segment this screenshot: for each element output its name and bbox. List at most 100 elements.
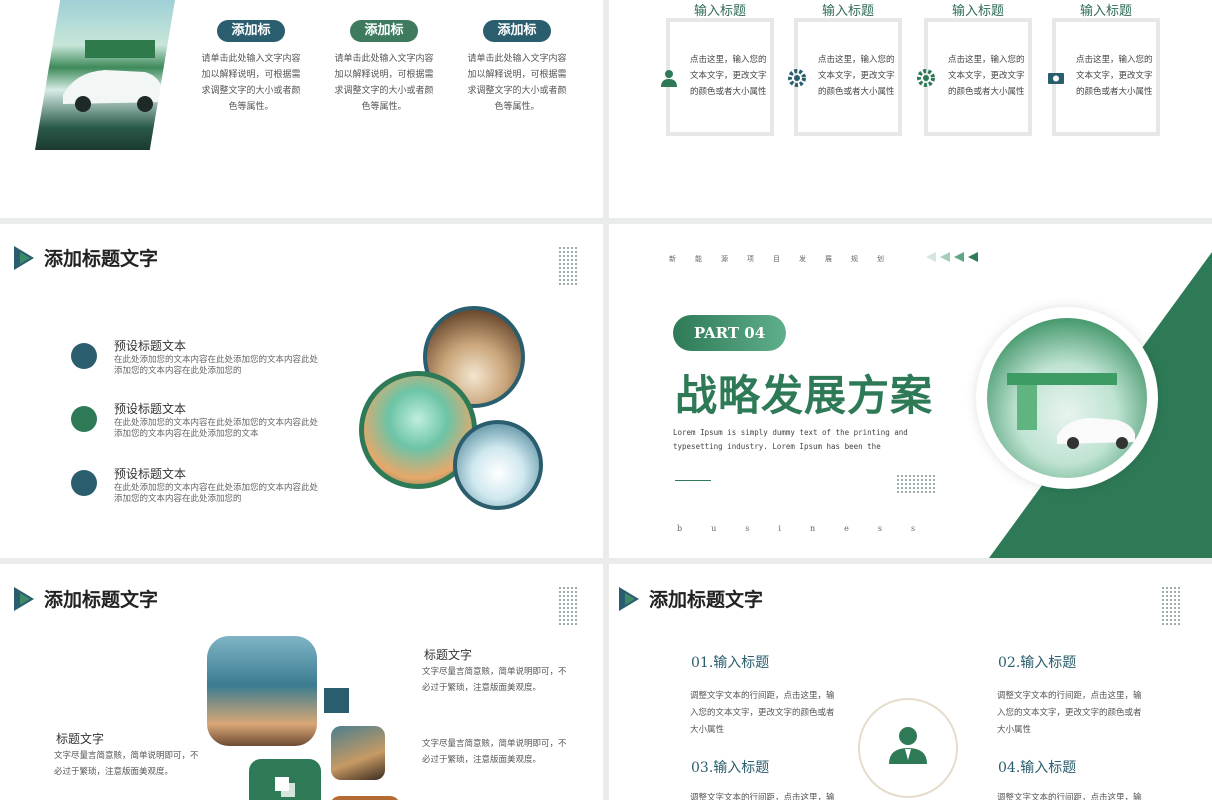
- gear-icon: [917, 69, 935, 87]
- letter: 发: [799, 255, 806, 263]
- letter: 项: [747, 255, 754, 263]
- slide6-title-row: 添加标题文字: [619, 585, 763, 612]
- slide1-button-3[interactable]: 添加标题: [483, 20, 551, 60]
- document-icon: [275, 777, 295, 797]
- slide5-title: 添加标题文字: [44, 589, 159, 611]
- business-letters: b u s i n e s s: [677, 524, 915, 533]
- letter: s: [877, 524, 882, 533]
- letter: 规: [851, 255, 858, 263]
- card-text: 点击这里，输入您的文本文字，更改文字的颜色或者大小属性: [818, 55, 895, 97]
- slide2-card-2: 输入标题 点击这里，输入您的文本文字，更改文字的颜色或者大小属性: [794, 4, 902, 136]
- slide1-button-2[interactable]: 添加标题: [350, 20, 418, 60]
- slide1-button-1[interactable]: 添加标题: [217, 20, 285, 60]
- car-shape: [63, 40, 163, 112]
- slide2-card-3: 输入标题 点击这里，输入您的文本文字，更改文字的颜色或者大小属性: [924, 4, 1032, 136]
- slide3-item-title-3: 预设标题文本: [114, 467, 187, 481]
- dot-grid-decoration: [896, 474, 936, 494]
- user-icon: [661, 70, 677, 87]
- slide2-card-1: 输入标题 点击这里，输入您的文本文字，更改文字的颜色或者大小属性: [666, 4, 774, 136]
- slide3-item-title-1: 预设标题文本: [114, 339, 187, 353]
- gear-icon: [788, 69, 806, 87]
- car-illustration: [1007, 373, 1135, 449]
- slide-thumbnail-6[interactable]: 添加标题文字 01.输入标题 调整文字文本的行间距，点击这里，输入您的文本文字，…: [609, 564, 1212, 800]
- slide2-card-4: 输入标题 点击这里，输入您的文本文字，更改文字的颜色或者大小属性: [1052, 4, 1160, 136]
- meeting-icon: [71, 406, 97, 432]
- right-head: 标题文字: [424, 648, 473, 662]
- letter: 划: [877, 255, 884, 263]
- slide1-desc-2: 请单击此处输入文字内容加以解释说明，可根据需求调整文字的大小或者颜色等属性。: [334, 54, 434, 112]
- slide-thumbnail-1[interactable]: 添加标题 添加标题 添加标题 请单击此处输入文字内容加以解释说明，可根据需求调整…: [0, 0, 603, 218]
- slide3-item-desc-2: 在此处添加您的文本内容在此处添加您的文本内容此处添加您的文本内容在此处添加您的文…: [114, 418, 319, 439]
- bottom-photo: [330, 796, 400, 800]
- card-title: 输入标题: [821, 4, 874, 19]
- main-title: 战略发展方案: [675, 371, 934, 420]
- team-icon: [71, 343, 97, 369]
- triangle-arrow-icon: [14, 586, 34, 611]
- business-person-icon: [889, 727, 927, 764]
- charging-station-illustration: [987, 318, 1147, 478]
- building-photo: [207, 636, 317, 746]
- triangle-arrow-icon: [14, 245, 34, 270]
- group-icon: [71, 470, 97, 496]
- slide6-title: 添加标题文字: [649, 589, 764, 611]
- slide-thumbnail-5[interactable]: 添加标题文字 标题文字 文字尽量言简意赅，简单说明即可，不必过于繁琐，注意版面美…: [0, 564, 603, 800]
- letter: 新: [669, 255, 676, 263]
- slide3-item-desc-3: 在此处添加您的文本内容在此处添加您的文本内容此处添加您的文本内容在此处添加您的: [114, 483, 319, 504]
- accent-line: [675, 480, 711, 481]
- charging-station-photo-3: [453, 420, 543, 510]
- triangle-arrow-icon: [619, 586, 639, 611]
- item-head-1: 01.输入标题: [691, 655, 770, 671]
- slide1-desc-3: 请单击此处输入文字内容加以解释说明，可根据需求调整文字的大小或者颜色等属性。: [467, 54, 567, 112]
- slide-thumbnail-4[interactable]: 新 能 源 项 目 发 展 规 划 PART 04 战略发展方案 Lorem I…: [609, 224, 1212, 558]
- right-text-1: 文字尽量言简意赅，简单说明即可，不必过于繁琐，注意版面美观度。: [422, 667, 567, 693]
- dot-grid-decoration: [558, 246, 578, 286]
- card-title: 输入标题: [1079, 4, 1132, 19]
- card-title: 输入标题: [951, 4, 1004, 19]
- letter: 目: [773, 255, 780, 263]
- letter: 能: [695, 255, 702, 263]
- top-letter-row: 新 能 源 项 目 发 展 规 划: [669, 254, 884, 264]
- part-badge: PART 04: [673, 315, 786, 351]
- station-circle-frame: [976, 307, 1158, 489]
- center-circle: [858, 698, 958, 798]
- letter: e: [844, 524, 849, 533]
- letter: i: [778, 524, 781, 533]
- card-title: 输入标题: [693, 4, 746, 19]
- arrow-decoration-icon: [926, 252, 978, 262]
- item-text-1: 调整文字文本的行间距，点击这里，输入您的文本文字，更改文字的颜色或者大小属性: [690, 691, 835, 735]
- letter: u: [711, 524, 717, 533]
- letter: s: [910, 524, 916, 533]
- letter: 源: [721, 255, 728, 263]
- card-text: 点击这里，输入您的文本文字，更改文字的颜色或者大小属性: [948, 55, 1025, 97]
- slide5-title-row: 添加标题文字: [14, 585, 158, 612]
- dot-grid-decoration: [1161, 586, 1181, 626]
- ev-car-photo: [35, 0, 175, 150]
- item-head-2: 02.输入标题: [998, 655, 1077, 671]
- right-text-2: 文字尽量言简意赅，简单说明即可，不必过于繁琐，注意版面美观度。: [422, 739, 567, 765]
- lorem-subtitle: Lorem Ipsum is simply dummy text of the …: [673, 428, 908, 451]
- item-head-3: 03.输入标题: [691, 760, 770, 776]
- item-text-4: 调整文字文本的行间距，点击这里，输入您的文本文字: [997, 793, 1142, 800]
- green-icon-tile: [249, 759, 321, 800]
- item-text-2: 调整文字文本的行间距，点击这里，输入您的文本文字，更改文字的颜色或者大小属性: [997, 691, 1142, 735]
- slide-thumbnail-2[interactable]: 输入标题 点击这里，输入您的文本文字，更改文字的颜色或者大小属性 输入标题 点击…: [609, 0, 1212, 218]
- letter: n: [809, 524, 816, 533]
- slide3-title-row: 添加标题文字: [14, 244, 158, 271]
- money-icon: [1048, 73, 1064, 84]
- slide3-item-title-2: 预设标题文本: [114, 402, 187, 416]
- item-head-4: 04.输入标题: [998, 760, 1077, 776]
- item-text-3: 调整文字文本的行间距，点击这里，输入您的文本文字: [690, 793, 835, 800]
- dot-grid-decoration: [558, 586, 578, 626]
- card-text: 点击这里，输入您的文本文字，更改文字的颜色或者大小属性: [690, 55, 767, 97]
- left-head: 标题文字: [56, 732, 105, 746]
- slide1-desc-1: 请单击此处输入文字内容加以解释说明，可根据需求调整文字的大小或者颜色等属性。: [201, 54, 301, 112]
- letter: s: [745, 524, 750, 533]
- letter: b: [677, 524, 683, 533]
- card-text: 点击这里，输入您的文本文字，更改文字的颜色或者大小属性: [1076, 55, 1153, 97]
- slide-thumbnail-3[interactable]: 添加标题文字 预设标题文本 在此处添加您的文本内容在此处添加您的文本内容此处添加…: [0, 224, 603, 558]
- letter: 展: [825, 255, 832, 263]
- blue-square: [324, 688, 349, 713]
- person-photo: [331, 726, 385, 780]
- slide3-item-desc-1: 在此处添加您的文本内容在此处添加您的文本内容此处添加您的文本内容在此处添加您的: [114, 355, 319, 376]
- slide3-title: 添加标题文字: [44, 248, 159, 270]
